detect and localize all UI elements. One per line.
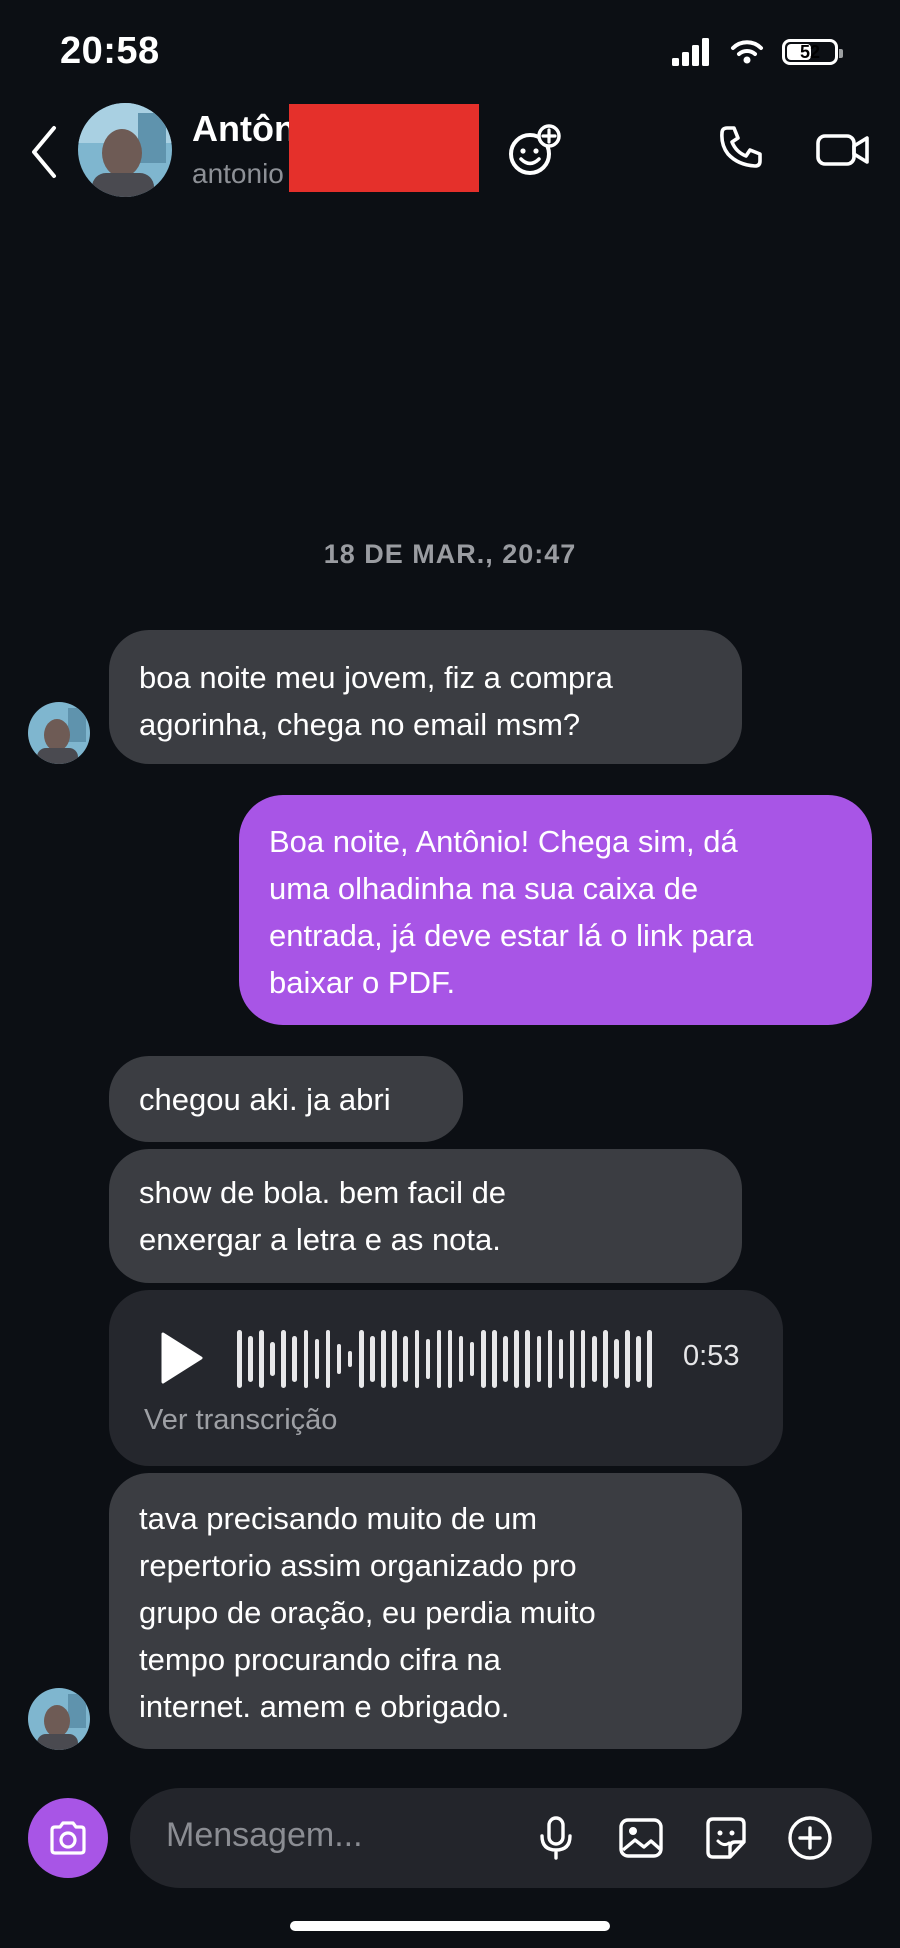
waveform-bar: [469, 1342, 475, 1376]
contact-name[interactable]: Antôn: [192, 108, 296, 150]
waveform-bar: [270, 1342, 275, 1376]
waveform-bar: [492, 1330, 497, 1388]
battery-level: 52: [799, 41, 821, 62]
waveform-bar: [614, 1339, 619, 1379]
view-transcription-link[interactable]: Ver transcrição: [144, 1404, 337, 1437]
camera-icon: [50, 1821, 86, 1855]
waveform-bar: [447, 1330, 453, 1388]
waveform-bar: [392, 1330, 397, 1388]
waveform-bar: [237, 1330, 242, 1388]
message-text: chegou aki. ja abri: [139, 1082, 391, 1117]
video-camera-icon[interactable]: [816, 130, 870, 170]
waveform-bar: [314, 1339, 320, 1379]
waveform-bar: [370, 1336, 375, 1382]
message-bubble-incoming[interactable]: boa noite meu jovem, fiz a compra agorin…: [109, 630, 742, 764]
battery-icon: 52: [782, 39, 843, 65]
emoji-add-icon[interactable]: [506, 124, 562, 176]
message-composer[interactable]: [130, 1788, 872, 1888]
waveform-bar: [547, 1330, 553, 1388]
waveform-bar: [336, 1344, 342, 1374]
status-time: 20:58: [60, 30, 160, 72]
waveform-bar: [503, 1336, 508, 1382]
waveform-bar: [580, 1330, 586, 1388]
audio-duration: 0:53: [683, 1340, 740, 1372]
redaction-box: [289, 104, 479, 192]
play-icon[interactable]: [157, 1330, 205, 1386]
message-text: tava precisando muito de um repertorio a…: [139, 1501, 596, 1724]
status-icons: 52: [672, 38, 843, 66]
waveform-bar: [292, 1336, 297, 1382]
message-text: show de bola. bem facil de enxergar a le…: [139, 1175, 507, 1257]
waveform-bar: [481, 1330, 486, 1388]
waveform-bar: [359, 1330, 364, 1388]
waveform-bar: [647, 1330, 652, 1388]
date-separator: 18 DE MAR., 20:47: [323, 539, 577, 569]
message-bubble-incoming[interactable]: tava precisando muito de um repertorio a…: [109, 1473, 742, 1749]
waveform-bar: [381, 1330, 386, 1388]
sticker-icon[interactable]: [702, 1814, 750, 1862]
phone-icon[interactable]: [718, 124, 764, 170]
microphone-icon[interactable]: [532, 1814, 580, 1862]
waveform-bar: [347, 1351, 353, 1367]
waveform-bar: [436, 1330, 442, 1388]
waveform-bar: [281, 1330, 286, 1388]
voice-message[interactable]: 0:53 Ver transcrição: [109, 1290, 783, 1466]
waveform-bar: [569, 1330, 575, 1388]
message-bubble-incoming[interactable]: show de bola. bem facil de enxergar a le…: [109, 1149, 742, 1283]
waveform-bar: [536, 1336, 542, 1382]
sender-avatar[interactable]: [28, 1688, 90, 1750]
plus-icon[interactable]: [786, 1814, 834, 1862]
contact-username[interactable]: antonio: [192, 158, 284, 190]
waveform-bar: [625, 1330, 630, 1388]
message-bubble-incoming[interactable]: chegou aki. ja abri: [109, 1056, 463, 1142]
waveform-bar: [514, 1330, 519, 1388]
wifi-icon: [731, 40, 763, 64]
avatar[interactable]: [78, 103, 172, 197]
waveform-bar: [403, 1336, 408, 1382]
waveform-bar: [636, 1336, 641, 1382]
gallery-icon[interactable]: [617, 1814, 665, 1862]
waveform-bar: [525, 1330, 530, 1388]
waveform-bar: [592, 1336, 597, 1382]
waveform-bar: [425, 1339, 431, 1379]
waveform-bar: [325, 1330, 331, 1388]
waveform-bar: [248, 1336, 253, 1382]
message-bubble-outgoing[interactable]: Boa noite, Antônio! Chega sim, dá uma ol…: [239, 795, 872, 1025]
message-text: boa noite meu jovem, fiz a compra agorin…: [139, 660, 613, 742]
waveform-bar: [603, 1330, 608, 1388]
waveform-bar: [303, 1330, 309, 1388]
audio-waveform[interactable]: [237, 1326, 652, 1392]
cellular-signal-icon: [672, 38, 709, 66]
waveform-bar: [458, 1336, 464, 1382]
waveform-bar: [414, 1330, 419, 1388]
sender-avatar[interactable]: [28, 702, 90, 764]
camera-button[interactable]: [28, 1798, 108, 1878]
message-input[interactable]: [166, 1816, 506, 1855]
waveform-bar: [259, 1330, 264, 1388]
back-chevron-icon[interactable]: [28, 124, 62, 180]
waveform-bar: [558, 1339, 564, 1379]
home-indicator[interactable]: [290, 1921, 610, 1931]
message-text: Boa noite, Antônio! Chega sim, dá uma ol…: [269, 824, 754, 1000]
